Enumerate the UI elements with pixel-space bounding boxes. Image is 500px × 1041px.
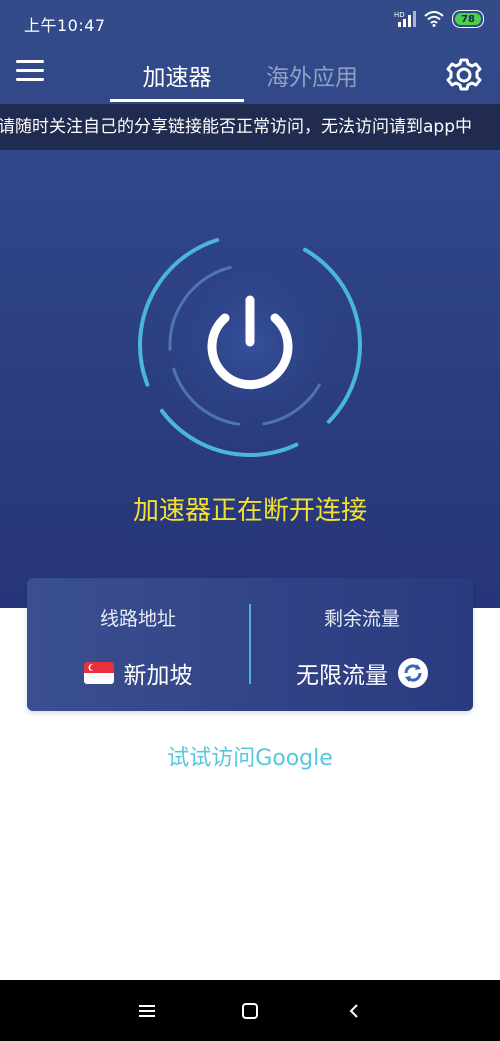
- status-time: 上午10:47: [24, 16, 106, 35]
- menu-icon[interactable]: [16, 60, 44, 84]
- traffic-column: 剩余流量 无限流量: [251, 578, 473, 711]
- active-tab-indicator: [110, 99, 244, 102]
- route-label: 线路地址: [99, 608, 176, 630]
- notice-marquee: 请随时关注自己的分享链接能否正常访问，无法访问请到app中: [0, 104, 500, 150]
- wifi-icon: [424, 11, 444, 27]
- status-icons: HD 78: [394, 10, 484, 28]
- recent-apps-icon[interactable]: [117, 980, 177, 1041]
- back-icon[interactable]: [324, 980, 384, 1041]
- singapore-flag-icon: [83, 662, 114, 684]
- try-google-link[interactable]: 试试访问Google: [0, 740, 500, 772]
- route-value-row: 新加坡: [27, 656, 249, 690]
- system-nav-bar: [0, 980, 500, 1041]
- traffic-value: 无限流量: [296, 663, 388, 689]
- info-card: 线路地址 新加坡 剩余流量 无限流量: [27, 578, 473, 711]
- connection-status: 加速器正在断开连接: [132, 496, 367, 526]
- route-column[interactable]: 线路地址 新加坡: [27, 578, 249, 711]
- power-ring-graphic: [138, 233, 362, 457]
- top-app-bar: 加速器 海外应用: [0, 44, 500, 102]
- refresh-icon[interactable]: [398, 658, 428, 688]
- battery-level: 78: [461, 13, 475, 25]
- battery-icon: 78: [452, 10, 484, 28]
- hd-signal-icon: HD: [394, 11, 416, 27]
- notice-text: 请随时关注自己的分享链接能否正常访问，无法访问请到app中: [0, 117, 472, 137]
- home-icon[interactable]: [220, 980, 280, 1041]
- traffic-value-row: 无限流量: [251, 656, 473, 690]
- tab-accelerator[interactable]: 加速器: [110, 58, 244, 92]
- power-button-area: [125, 220, 375, 470]
- tab-overseas-apps[interactable]: 海外应用: [262, 58, 362, 92]
- route-value: 新加坡: [123, 663, 193, 689]
- traffic-label: 剩余流量: [323, 608, 400, 630]
- svg-text:HD: HD: [394, 11, 405, 19]
- status-bar: 上午10:47 HD 78: [0, 0, 500, 44]
- gear-icon[interactable]: [446, 57, 482, 93]
